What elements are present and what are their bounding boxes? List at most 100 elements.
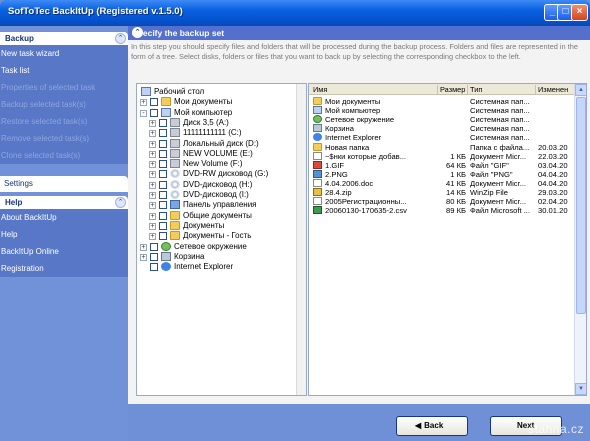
expand-icon[interactable]: +	[149, 202, 156, 210]
back-button[interactable]: ◀ Back	[396, 416, 468, 436]
file-row[interactable]: Новая папка Папка с файла... 20.03.20	[309, 142, 575, 152]
collapse-chevron-icon[interactable]: ⌃	[132, 27, 143, 38]
expand-icon[interactable]: +	[149, 233, 156, 241]
cd-icon	[170, 179, 180, 189]
help-panel-header[interactable]: Help ⌃	[0, 196, 128, 209]
tree-checkbox[interactable]	[159, 232, 167, 241]
settings-panel[interactable]: Settings	[0, 176, 128, 192]
sidebar-item-help[interactable]: Help	[0, 226, 128, 243]
tree-checkbox[interactable]	[150, 108, 158, 117]
file-row[interactable]: 1.GIF 64 КБ Файл "GIF" 03.04.20	[309, 160, 575, 170]
collapse-chevron-icon[interactable]: ⌃	[115, 197, 126, 208]
expand-icon[interactable]: +	[140, 253, 147, 261]
sidebar-item-registration[interactable]: Registration	[0, 260, 128, 277]
file-row[interactable]: 2.PNG 1 КБ Файл "PNG" 04.04.20	[309, 169, 575, 179]
tree-checkbox[interactable]	[159, 201, 167, 210]
file-row[interactable]: 4.04.2006.doc 41 КБ Документ Micr... 04.04.…	[309, 178, 575, 188]
tree-checkbox[interactable]	[159, 118, 167, 127]
file-row[interactable]: ~$нки которые добав... 1 КБ Документ Micr.…	[309, 151, 575, 161]
watermark: stahna.cz	[528, 422, 584, 436]
file-type-cell: Системная пап...	[470, 115, 530, 125]
folder-icon	[170, 220, 180, 230]
tree-checkbox[interactable]	[159, 139, 167, 148]
expand-icon[interactable]: +	[149, 130, 156, 138]
expand-icon[interactable]: +	[149, 192, 156, 199]
column-header-type[interactable]: Тип	[470, 85, 482, 94]
tree-checkbox[interactable]	[159, 191, 167, 199]
file-row[interactable]: 28.4.zip 14 КБ WinZip File 29.03.20	[309, 188, 575, 197]
file-list-scrollbar[interactable]: ▲ ▼	[574, 84, 586, 395]
file-type-cell: Файл Microsoft ...	[470, 206, 531, 216]
sidebar-item-new-task-wizard[interactable]: New task wizard	[0, 45, 128, 62]
tree-checkbox[interactable]	[159, 170, 167, 179]
file-row[interactable]: 2005Регистрационны... 80 КБ Документ Micr.…	[309, 197, 575, 206]
tree-checkbox[interactable]	[159, 129, 167, 138]
gif-icon	[313, 160, 322, 169]
file-row[interactable]: Корзина Системная пап...	[309, 124, 575, 133]
tree-checkbox[interactable]	[159, 211, 167, 220]
file-row[interactable]: Сетевое окружение Системная пап...	[309, 115, 575, 124]
tree-checkbox[interactable]	[159, 160, 167, 169]
sidebar-item-restore-selected[interactable]: Restore selected task(s)	[0, 113, 128, 130]
collapse-chevron-icon[interactable]: ⌃	[115, 33, 126, 44]
sidebar-item-clone-selected[interactable]: Clone selected task(s)	[0, 147, 128, 164]
expand-icon[interactable]: +	[140, 99, 147, 107]
file-name-cell: 4.04.2006.doc	[325, 178, 374, 188]
file-name-cell: Новая папка	[325, 142, 370, 152]
file-name-cell: Сетевое окружение	[325, 115, 395, 125]
tree-node-label: Корзина	[174, 251, 205, 261]
tree-checkbox[interactable]	[150, 98, 158, 107]
folder-tree[interactable]: Рабочий стол + Мои документы - Мой компьютер…	[136, 83, 307, 396]
tree-node-label: Общие документы	[183, 210, 252, 220]
file-size-cell: 80 КБ	[446, 197, 466, 207]
tree-node-label: DVD-дисковод (I:)	[183, 190, 249, 199]
sidebar-item-task-list[interactable]: Task list	[0, 62, 128, 79]
drive-icon	[170, 148, 180, 158]
column-header-size[interactable]: Размер	[440, 85, 465, 94]
expand-icon[interactable]: +	[149, 161, 156, 169]
file-type-cell: Документ Micr...	[470, 178, 527, 188]
tree-scrollbar[interactable]	[296, 84, 306, 395]
expand-icon[interactable]: +	[149, 212, 156, 220]
expand-icon[interactable]: +	[149, 171, 156, 179]
expand-icon[interactable]: +	[149, 181, 156, 189]
backup-panel-header[interactable]: Backup ⌃	[0, 32, 128, 45]
tree-checkbox[interactable]	[150, 252, 158, 261]
file-row[interactable]: Internet Explorer Системная пап...	[309, 133, 575, 142]
tree-checkbox[interactable]	[159, 180, 167, 189]
sidebar-item-task-properties[interactable]: Properties of selected task	[0, 79, 128, 96]
file-row[interactable]: Мой компьютер Системная пап...	[309, 106, 575, 115]
expand-icon[interactable]: +	[140, 243, 147, 251]
sidebar-item-backup-selected[interactable]: Backup selected task(s)	[0, 96, 128, 113]
sidebar-item-about[interactable]: About BackItUp	[0, 209, 128, 226]
close-button[interactable]: ×	[571, 4, 588, 21]
tree-checkbox[interactable]	[159, 221, 167, 230]
collapse-icon[interactable]: -	[140, 109, 147, 117]
page-title: Specify the backup set	[132, 28, 225, 38]
tree-checkbox[interactable]	[150, 242, 158, 251]
tree-checkbox[interactable]	[159, 149, 167, 158]
expand-icon[interactable]: +	[149, 119, 156, 127]
file-list[interactable]: Имя Размер Тип Изменен ▲ ▼ Мои документы…	[308, 83, 587, 396]
file-name-cell: Мои документы	[325, 97, 381, 106]
tree-node-label: Локальный диск (D:)	[183, 138, 259, 148]
sidebar-item-remove-selected[interactable]: Remove selected task(s)	[0, 130, 128, 147]
expand-icon[interactable]: +	[149, 222, 156, 230]
scroll-thumb[interactable]	[576, 97, 586, 314]
expand-icon[interactable]: +	[149, 150, 156, 158]
column-header-modified[interactable]: Изменен	[538, 85, 568, 94]
tree-node-label: Диск 3,5 (A:)	[183, 117, 229, 127]
file-row[interactable]: Мои документы Системная пап...	[309, 97, 575, 106]
column-header-name[interactable]: Имя	[313, 85, 327, 94]
file-row[interactable]: 20060130-170635-2.csv 89 КБ Файл Microsoft…	[309, 206, 575, 215]
scroll-down-icon[interactable]: ▼	[575, 383, 586, 395]
expand-icon[interactable]: +	[149, 140, 156, 148]
scroll-up-icon[interactable]: ▲	[575, 84, 586, 96]
tree-checkbox[interactable]	[150, 263, 158, 272]
folder-icon	[170, 231, 180, 241]
main-panel: Specify the backup set ⌃ In this step yo…	[128, 26, 590, 404]
tree-node-label: Мой компьютер	[174, 107, 233, 117]
sidebar-item-online[interactable]: BackItUp Online	[0, 243, 128, 260]
tree-node-label: Панель управления	[183, 200, 257, 210]
file-type-cell: Документ Micr...	[470, 197, 527, 207]
